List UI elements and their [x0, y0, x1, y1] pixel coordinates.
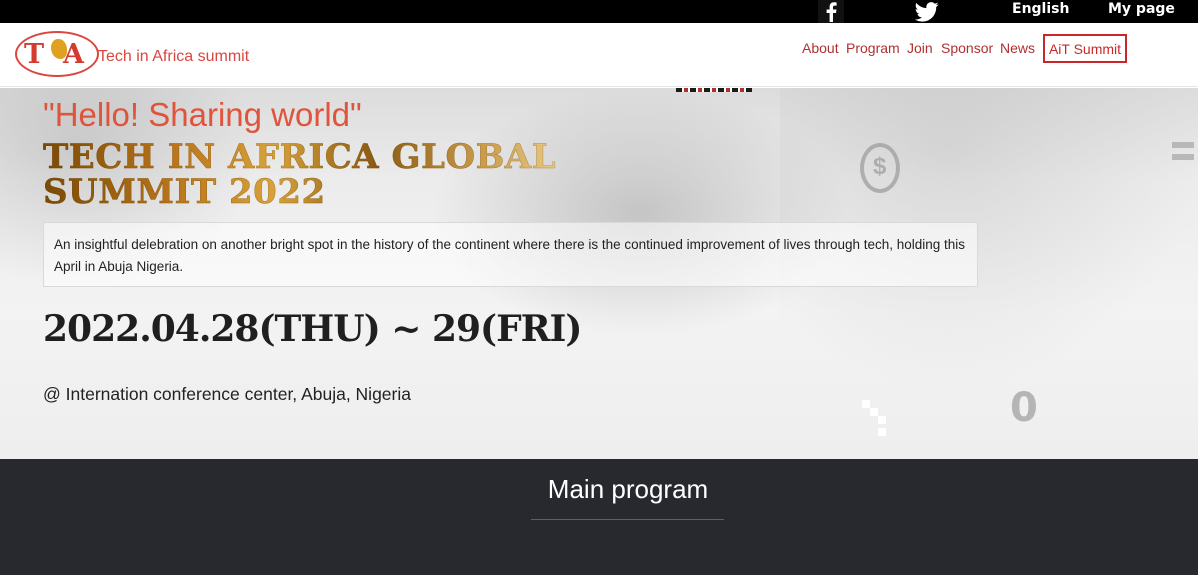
- ait-summit-button[interactable]: AiT Summit: [1043, 34, 1127, 63]
- nav-item-join[interactable]: Join: [907, 40, 933, 56]
- hero-title-line-2: SUMMIT 2022: [43, 172, 326, 212]
- twitter-link[interactable]: [912, 0, 942, 23]
- site-logo[interactable]: T A: [15, 31, 99, 77]
- brand-name[interactable]: Tech in Africa summit: [98, 48, 249, 66]
- hero-title: TECH IN AFRICA GLOBAL SUMMIT 2022: [43, 137, 557, 212]
- twitter-icon: [914, 1, 939, 22]
- facebook-icon: [826, 1, 837, 22]
- menu-lines-decoration: [1172, 142, 1194, 162]
- logo-letter-a: A: [63, 39, 84, 70]
- hero-title-line-1: TECH IN AFRICA GLOBAL: [43, 137, 557, 177]
- hero-description: An insightful delebration on another bri…: [43, 222, 978, 287]
- decorative-digit: 0: [1010, 385, 1038, 431]
- heading-underline: [531, 519, 724, 520]
- event-venue: @ Internation conference center, Abuja, …: [43, 384, 411, 404]
- my-page-link[interactable]: My page: [1108, 1, 1175, 17]
- main-program-section: Main program: [0, 459, 1198, 575]
- site-header: T A Tech in Africa summit About Program …: [0, 23, 1198, 87]
- coin-icon: $: [860, 143, 900, 193]
- nav-item-news[interactable]: News: [1000, 40, 1035, 56]
- decorative-pixels: [862, 400, 892, 440]
- decorative-pattern: [676, 88, 752, 92]
- nav-item-sponsor[interactable]: Sponsor: [941, 40, 993, 56]
- language-selector[interactable]: English: [1012, 1, 1069, 17]
- top-utility-bar: English My page: [0, 0, 1198, 23]
- logo-letter-t: T: [24, 39, 44, 70]
- hero-greeting: "Hello! Sharing world": [43, 96, 362, 133]
- hero-banner: $ 0 "Hello! Sharing world" TECH IN AFRIC…: [0, 88, 1198, 459]
- facebook-link[interactable]: [818, 0, 844, 23]
- nav-item-about[interactable]: About: [802, 40, 839, 56]
- event-date: 2022.04.28(THU) ~ 29(FRI): [43, 308, 582, 350]
- section-heading: Main program: [547, 474, 709, 504]
- nav-item-program[interactable]: Program: [846, 40, 900, 56]
